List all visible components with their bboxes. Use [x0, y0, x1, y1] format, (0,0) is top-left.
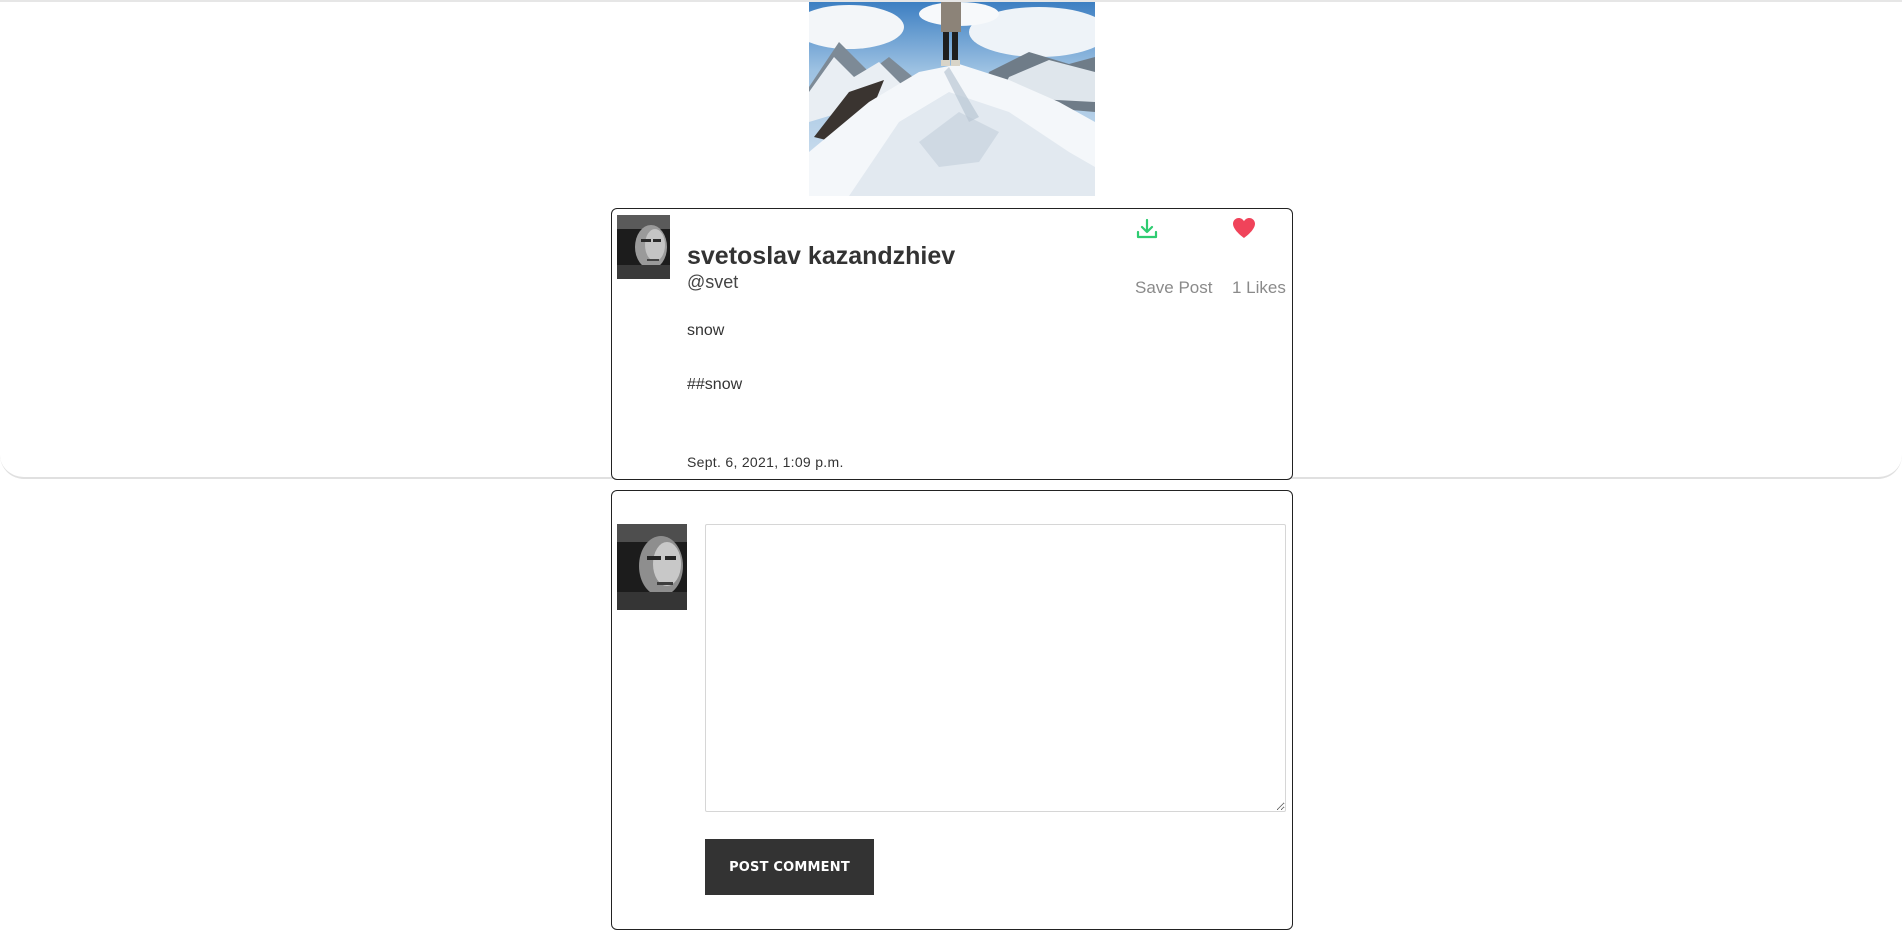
- author-avatar[interactable]: [617, 215, 670, 279]
- post-comment-button[interactable]: POST COMMENT: [705, 839, 874, 895]
- comment-textarea[interactable]: [705, 524, 1286, 812]
- download-icon[interactable]: [1135, 217, 1159, 241]
- author-name[interactable]: svetoslav kazandzhiev: [687, 242, 955, 271]
- post-card: svetoslav kazandzhiev @svet Save Post 1 …: [611, 208, 1293, 480]
- current-user-avatar: [617, 524, 687, 610]
- comment-card: POST COMMENT: [611, 490, 1293, 930]
- post-image: [809, 2, 1095, 196]
- save-post-button[interactable]: Save Post: [1135, 278, 1213, 298]
- page: svetoslav kazandzhiev @svet Save Post 1 …: [0, 0, 1902, 937]
- heart-icon[interactable]: [1231, 216, 1257, 240]
- author-handle: @svet: [687, 272, 739, 292]
- post-date: Sept. 6, 2021, 1:09 p.m.: [687, 454, 844, 470]
- post-text: snow: [687, 322, 725, 339]
- likes-count: 1 Likes: [1232, 278, 1286, 297]
- post-tags[interactable]: ##snow: [687, 376, 742, 394]
